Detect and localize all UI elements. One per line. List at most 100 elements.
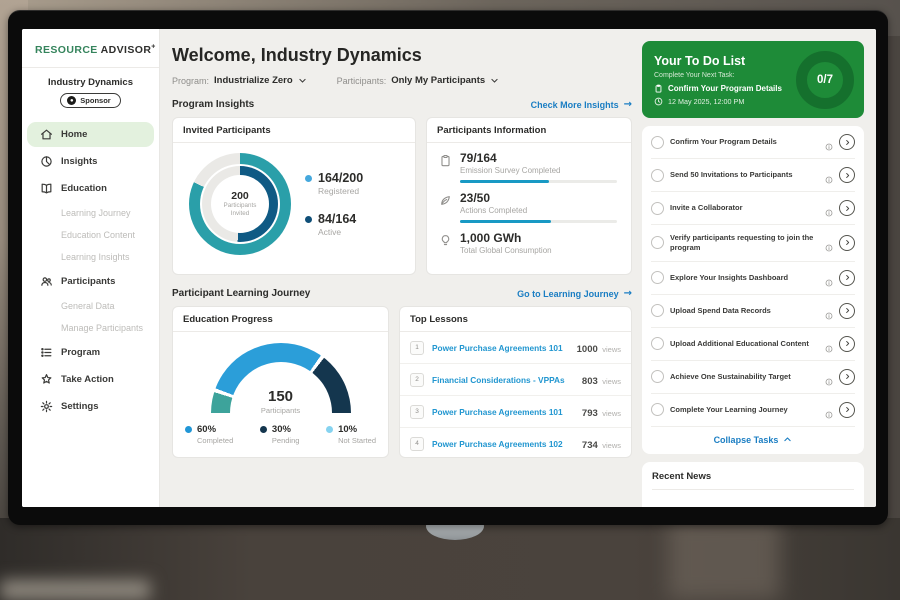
participants-filter-label: Participants: [337,76,387,86]
nav-label: Education [61,183,107,194]
program-filter[interactable]: Program: Industrialize Zero [172,75,307,86]
task-label: Invite a Collaborator [670,203,819,213]
chevron-right-icon[interactable] [839,402,855,418]
lesson-rank: 2 [410,373,424,387]
education-legend-dot [260,426,267,433]
task-checkbox[interactable] [651,403,664,416]
sidebar-item-learning-journey[interactable]: Learning Journey [27,202,154,224]
task-row[interactable]: Confirm Your Program Details [651,126,855,159]
arrow-right-icon: → [624,99,632,110]
active-legend-item: 84/164 Active [305,212,363,237]
link-label: Go to Learning Journey [517,289,619,299]
chevron-right-icon[interactable] [839,336,855,352]
sidebar-item-program[interactable]: Program [27,340,154,365]
lesson-link[interactable]: Financial Considerations - VPPAs [432,375,565,385]
lesson-link[interactable]: Power Purchase Agreements 101 [432,343,563,353]
task-checkbox[interactable] [651,136,664,149]
task-row[interactable]: Verify participants requesting to join t… [651,225,855,262]
info-icon [825,204,833,212]
lesson-link[interactable]: Power Purchase Agreements 101 [432,407,563,417]
check-more-insights-link[interactable]: Check More Insights → [531,99,632,110]
chevron-right-icon[interactable] [839,134,855,150]
invited-total-label: Participants Invited [218,202,262,218]
task-row[interactable]: Upload Additional Educational Content [651,328,855,361]
nav-label: Learning Journey [61,208,131,218]
todo-subtitle: Complete Your Next Task: [654,72,782,79]
education-card-title: Education Progress [173,307,388,332]
info-icon [825,307,833,315]
task-checkbox[interactable] [651,370,664,383]
task-row[interactable]: Achieve One Sustainability Target [651,361,855,394]
app-window: RESOURCE ADVISOR+ Industry Dynamics ● Sp… [22,29,876,507]
sidebar-item-general-data[interactable]: General Data [27,295,154,317]
views-label: views [602,409,621,418]
task-checkbox[interactable] [651,337,664,350]
task-label: Explore Your Insights Dashboard [670,273,819,283]
views-label: views [602,441,621,450]
not-started-legend-item: 10% Not Started [326,424,376,445]
link-label: Check More Insights [531,100,619,110]
sidebar: RESOURCE ADVISOR+ Industry Dynamics ● Sp… [22,29,160,507]
tasks-list: Confirm Your Program Details Send 50 Inv… [642,126,864,454]
chevron-right-icon[interactable] [839,200,855,216]
lesson-row: 1 Power Purchase Agreements 101 1000 vie… [400,332,631,364]
task-row[interactable]: Complete Your Learning Journey [651,394,855,427]
chevron-right-icon[interactable] [839,167,855,183]
sidebar-item-home[interactable]: Home [27,122,154,147]
sidebar-item-participants[interactable]: Participants [27,269,154,294]
info-icon [825,138,833,146]
leaf-icon [439,194,452,207]
active-label: Active [318,227,363,237]
clipboard-icon [654,84,663,93]
task-checkbox[interactable] [651,236,664,249]
task-label: Send 50 Invitations to Participants [670,170,819,180]
task-row[interactable]: Invite a Collaborator [651,192,855,225]
chevron-right-icon[interactable] [839,235,855,251]
task-row[interactable]: Explore Your Insights Dashboard [651,262,855,295]
nav-label: Manage Participants [61,323,143,333]
completed-legend-item: 60% Completed [185,424,233,445]
task-checkbox[interactable] [651,271,664,284]
program-filter-label: Program: [172,76,209,86]
lesson-link[interactable]: Power Purchase Agreements 102 [432,439,563,449]
invited-total: 200 [231,190,249,202]
task-checkbox[interactable] [651,202,664,215]
pending-label: Pending [272,436,300,445]
info-icon [825,171,833,179]
participants-filter[interactable]: Participants: Only My Participants [337,75,500,86]
chevron-right-icon[interactable] [839,270,855,286]
todo-card: Your To Do List Complete Your Next Task:… [642,41,864,118]
task-row[interactable]: Send 50 Invitations to Participants [651,159,855,192]
go-to-learning-journey-link[interactable]: Go to Learning Journey → [517,288,632,299]
lightbulb-icon [439,234,452,247]
stat-value: 23/50 [460,191,617,205]
task-checkbox[interactable] [651,169,664,182]
background-light-band [668,518,780,600]
nav-label: Insights [61,156,97,167]
sidebar-item-education[interactable]: Education [27,176,154,201]
chevron-right-icon[interactable] [839,369,855,385]
sidebar-item-manage-participants[interactable]: Manage Participants [27,317,154,339]
views-label: views [602,377,621,386]
sidebar-item-insights[interactable]: Insights [27,149,154,174]
lesson-views: 793 [582,408,598,419]
stat-label: Actions Completed [460,206,617,215]
sidebar-item-learning-insights[interactable]: Learning Insights [27,246,154,268]
pending-legend-item: 30% Pending [260,424,300,445]
recent-news-title: Recent News [652,471,854,490]
star-icon [40,373,53,386]
task-checkbox[interactable] [651,304,664,317]
chevron-right-icon[interactable] [839,303,855,319]
list-icon [40,346,53,359]
lesson-views: 1000 [577,344,598,355]
participants-icon [40,275,53,288]
sidebar-item-take-action[interactable]: Take Action [27,367,154,392]
top-lessons-title: Top Lessons [400,307,631,332]
not-started-pct: 10% [338,424,357,435]
todo-progress-count: 0/7 [817,74,833,86]
sidebar-item-education-content[interactable]: Education Content [27,224,154,246]
collapse-tasks-link[interactable]: Collapse Tasks [651,427,855,454]
sidebar-item-settings[interactable]: Settings [27,394,154,419]
task-row[interactable]: Upload Spend Data Records [651,295,855,328]
nav-label: Settings [61,401,98,412]
